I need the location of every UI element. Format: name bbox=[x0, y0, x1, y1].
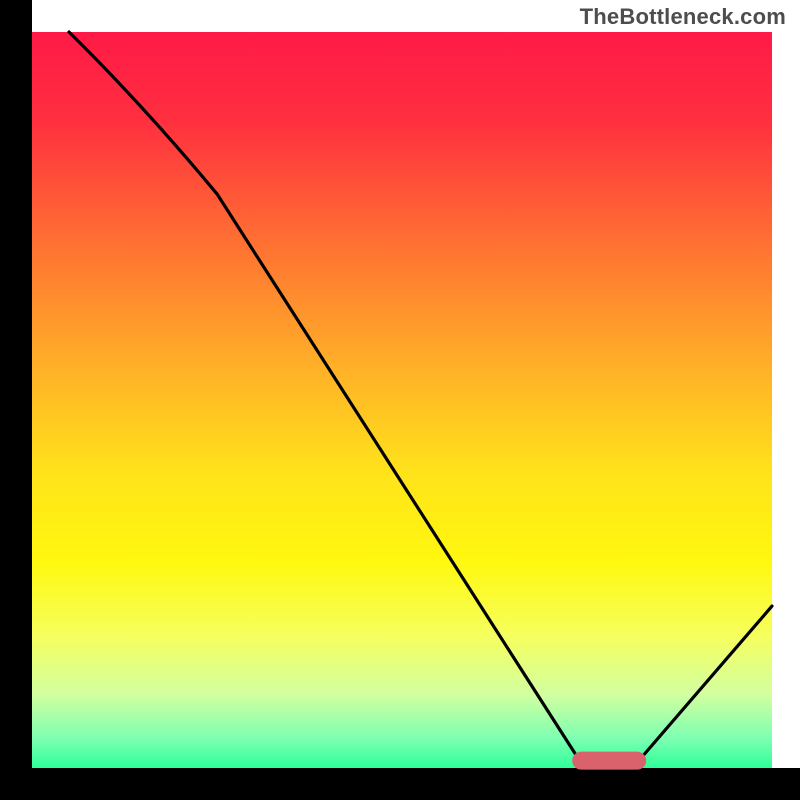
bottleneck-chart bbox=[0, 0, 800, 800]
axis-left bbox=[0, 0, 32, 800]
plot-area bbox=[32, 32, 772, 768]
axis-bottom bbox=[0, 768, 800, 800]
chart-stage: TheBottleneck.com bbox=[0, 0, 800, 800]
watermark-text: TheBottleneck.com bbox=[580, 4, 786, 30]
optimum-marker bbox=[572, 752, 646, 770]
